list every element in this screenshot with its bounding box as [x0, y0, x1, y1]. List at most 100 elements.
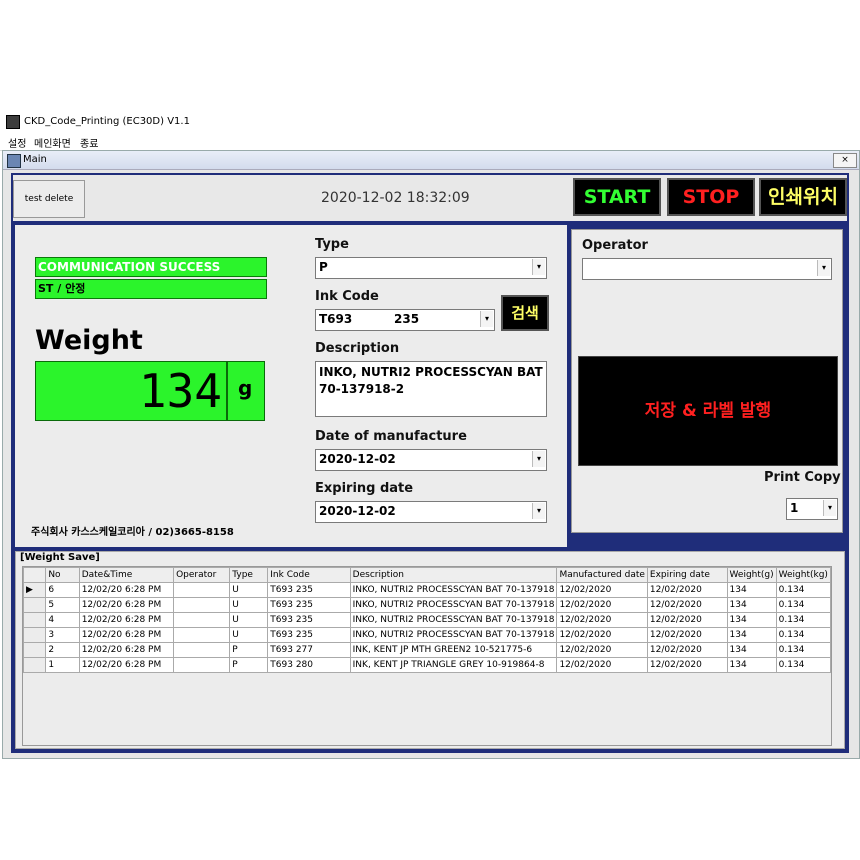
table-cell: 12/02/2020 [646, 627, 728, 643]
chevron-down-icon[interactable]: ▾ [532, 259, 545, 275]
type-label: Type [315, 237, 349, 252]
column-header[interactable]: Weight(kg) [775, 567, 832, 583]
weight-save-table: No Date&Time Operator Type Ink Code Descripti… [22, 567, 832, 673]
table-row[interactable]: 5 12/02/20 6:28 PM U T693 235 INKO, NUTRI2 P… [22, 597, 832, 613]
table-cell: 134 [726, 642, 777, 658]
table-row[interactable]: 4 12/02/20 6:28 PM U T693 235 INKO, NUTRI2 P… [22, 612, 832, 628]
weight-display: 134 [35, 361, 227, 421]
table-row[interactable]: 2 12/02/20 6:28 PM P T693 277 INK, KENT JP M… [22, 642, 832, 658]
ink-code-value: T693 235 [319, 312, 420, 326]
start-button[interactable]: START [573, 178, 661, 216]
table-cell: 12/02/2020 [646, 582, 728, 598]
row-selector[interactable] [22, 597, 47, 613]
table-row[interactable]: ▶ 6 12/02/20 6:28 PM U T693 235 INKO, NUTRI2 … [22, 582, 832, 598]
column-header[interactable]: Manufactured date [556, 567, 648, 583]
table-row[interactable]: 3 12/02/20 6:28 PM U T693 235 INKO, NUTRI2 P… [22, 627, 832, 643]
table-cell: 12/02/2020 [556, 657, 648, 673]
top-toolbar: test delete 2020-12-02 18:32:09 START ST… [13, 175, 847, 221]
column-header[interactable]: Description [349, 567, 558, 583]
column-header[interactable]: Weight(g) [726, 567, 777, 583]
weight-save-title: [Weight Save] [20, 552, 100, 563]
table-cell: 12/02/20 6:28 PM [78, 642, 175, 658]
table-cell: 12/02/2020 [646, 657, 728, 673]
row-selector[interactable] [22, 612, 47, 628]
menu-main-screen[interactable]: 메인화면 [34, 135, 71, 150]
table-cell: 1 [45, 657, 80, 673]
table-cell [173, 597, 231, 613]
table-cell: 0.134 [775, 627, 832, 643]
row-selector[interactable] [22, 642, 47, 658]
row-selector[interactable] [22, 657, 47, 673]
column-header[interactable]: Type [229, 567, 269, 583]
manufacture-date-label: Date of manufacture [315, 429, 467, 444]
description-textbox[interactable]: INKO, NUTRI2 PROCESSCYAN BAT 70-137918-2 [315, 361, 547, 417]
menu-exit[interactable]: 종료 [80, 135, 98, 150]
operator-select[interactable]: ▾ [582, 258, 832, 280]
column-header[interactable]: Expiring date [646, 567, 728, 583]
table-cell: 12/02/2020 [646, 642, 728, 658]
column-header[interactable]: Ink Code [267, 567, 351, 583]
column-header[interactable]: Date&Time [78, 567, 175, 583]
table-cell: 0.134 [775, 582, 832, 598]
column-header[interactable] [22, 567, 47, 583]
table-cell: T693 280 [267, 657, 351, 673]
table-cell: 12/02/2020 [646, 612, 728, 628]
table-cell [173, 582, 231, 598]
menu-settings[interactable]: 설정 [8, 135, 26, 150]
search-button[interactable]: 검색 [501, 295, 549, 331]
table-cell: 0.134 [775, 597, 832, 613]
operator-panel: Operator ▾ 저장 & 라벨 발행 Print Copy 1 ▾ [571, 229, 843, 533]
save-and-print-label-button[interactable]: 저장 & 라벨 발행 [578, 356, 838, 466]
table-cell: 2 [45, 642, 80, 658]
table-cell: 4 [45, 612, 80, 628]
company-info: 주식회사 카스스케일코리아 / 02)3665-8158 [31, 527, 234, 538]
main-frame: test delete 2020-12-02 18:32:09 START ST… [11, 173, 849, 753]
weight-save-grid[interactable]: No Date&Time Operator Type Ink Code Descripti… [22, 566, 832, 746]
table-cell: INKO, NUTRI2 PROCESSCYAN BAT 70-137918 [349, 597, 558, 613]
stop-button[interactable]: STOP [667, 178, 755, 216]
chevron-down-icon[interactable]: ▾ [817, 260, 830, 276]
table-cell: 6 [45, 582, 80, 598]
chevron-down-icon[interactable]: ▾ [532, 503, 545, 519]
table-cell: 134 [726, 627, 777, 643]
table-cell: U [229, 597, 269, 613]
table-cell: INKO, NUTRI2 PROCESSCYAN BAT 70-137918 [349, 627, 558, 643]
test-delete-button[interactable]: test delete [13, 180, 85, 218]
table-cell: 12/02/20 6:28 PM [78, 597, 175, 613]
print-copy-label: Print Copy [764, 470, 841, 485]
column-header[interactable]: No [45, 567, 80, 583]
row-selector[interactable]: ▶ [22, 582, 47, 598]
child-title: Main [23, 154, 47, 165]
print-position-button[interactable]: 인쇄위치 [759, 178, 847, 216]
ink-code-select[interactable]: T693 235 ▾ [315, 309, 495, 331]
print-copy-value: 1 [790, 501, 799, 515]
app-icon [6, 115, 20, 129]
table-cell: 12/02/2020 [646, 597, 728, 613]
table-cell: 134 [726, 597, 777, 613]
communication-status: COMMUNICATION SUCCESS [35, 257, 267, 277]
table-cell: 12/02/2020 [556, 627, 648, 643]
manufacture-date-picker[interactable]: 2020-12-02 ▾ [315, 449, 547, 471]
table-row[interactable]: 1 12/02/20 6:28 PM P T693 280 INK, KENT JP T… [22, 657, 832, 673]
column-header[interactable]: Operator [173, 567, 231, 583]
weight-unit-box: g [227, 361, 265, 421]
expiring-date-label: Expiring date [315, 481, 414, 496]
close-icon[interactable]: × [833, 153, 857, 168]
table-cell: 134 [726, 582, 777, 598]
weight-label: Weight [35, 325, 143, 356]
table-cell: 12/02/2020 [556, 597, 648, 613]
menu-bar: 설정 메인화면 종료 [0, 132, 860, 151]
chevron-down-icon[interactable]: ▾ [480, 311, 493, 327]
type-select[interactable]: P ▾ [315, 257, 547, 279]
table-cell: 12/02/20 6:28 PM [78, 612, 175, 628]
table-cell: 12/02/20 6:28 PM [78, 627, 175, 643]
table-cell: T693 277 [267, 642, 351, 658]
expiring-date-picker[interactable]: 2020-12-02 ▾ [315, 501, 547, 523]
chevron-down-icon[interactable]: ▾ [532, 451, 545, 467]
type-value: P [319, 260, 328, 274]
print-copy-select[interactable]: 1 ▾ [786, 498, 838, 520]
chevron-down-icon[interactable]: ▾ [823, 500, 836, 516]
row-selector[interactable] [22, 627, 47, 643]
table-cell: INKO, NUTRI2 PROCESSCYAN BAT 70-137918 [349, 582, 558, 598]
expiring-date-value: 2020-12-02 [319, 504, 396, 518]
